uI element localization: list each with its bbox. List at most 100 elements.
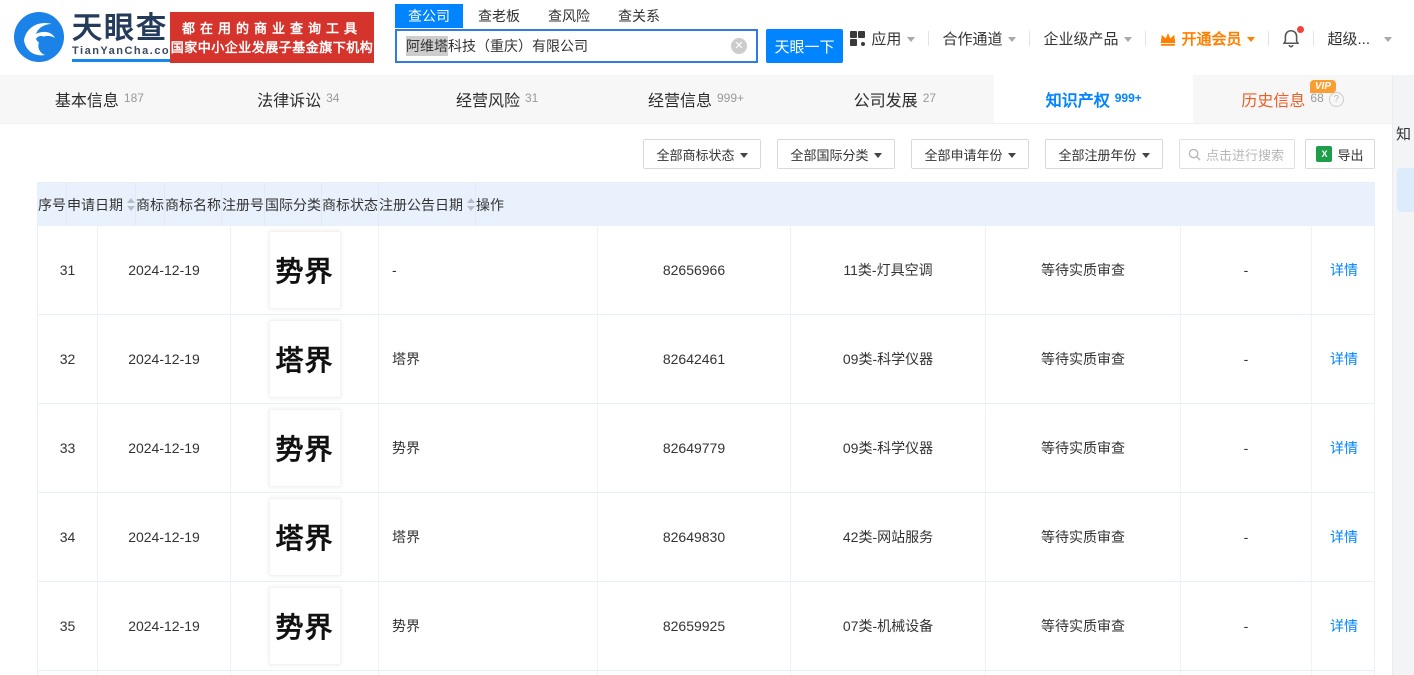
crown-icon: [1161, 33, 1176, 46]
section-tab[interactable]: 法律诉讼 34 ?: [199, 75, 398, 123]
column-header-label: 序号: [38, 196, 66, 213]
cell-publication-date: -: [1181, 404, 1312, 492]
search-tabs: 查公司 查老板 查风险 查关系: [395, 4, 843, 28]
cell-intl-class: 09类-科学仪器: [791, 315, 986, 403]
cell-status: 等待实质审查: [986, 226, 1181, 314]
trademark-image[interactable]: 塔界: [268, 498, 341, 576]
cell-trademark-image: 势界: [231, 404, 379, 492]
trademark-image[interactable]: 势界: [268, 231, 341, 309]
clear-search-icon[interactable]: ✕: [731, 38, 747, 54]
column-header-label: 商标名称: [165, 196, 221, 213]
detail-link[interactable]: 详情: [1330, 527, 1358, 547]
anchor-item-partial-label[interactable]: 知: [1396, 123, 1411, 144]
table-column-header[interactable]: 商标名称: [165, 183, 222, 226]
table-column-header[interactable]: 商标: [136, 183, 165, 226]
table-row-partial: [38, 671, 1374, 675]
nav-membership-label: 开通会员: [1181, 31, 1242, 48]
detail-link[interactable]: 详情: [1330, 438, 1358, 458]
table-row: 31 2024-12-19 势界 - 82656966 11类-灯具空调 等待实…: [38, 226, 1374, 315]
detail-link[interactable]: 详情: [1330, 616, 1358, 636]
section-tab-label: 经营信息: [647, 93, 712, 110]
cell-publication-date: -: [1181, 315, 1312, 403]
table-column-header[interactable]: 国际分类: [265, 183, 322, 226]
section-tab[interactable]: 基本信息 187 ?: [0, 75, 199, 123]
filter-dropdown-label: 全部国际分类: [790, 147, 869, 163]
filter-dropdown[interactable]: 全部国际分类: [777, 139, 895, 169]
table-row: 32 2024-12-19 塔界 塔界 82642461 09类-科学仪器 等待…: [38, 315, 1374, 404]
section-tab-label: 历史信息: [1241, 93, 1306, 110]
chevron-down-icon: [873, 152, 882, 158]
search-tab-risk[interactable]: 查风险: [548, 4, 590, 28]
export-button[interactable]: X 导出: [1305, 139, 1375, 169]
table-column-header[interactable]: 商标状态: [322, 183, 379, 226]
search-input[interactable]: 阿维塔 科技（重庆）有限公司 ✕: [395, 29, 758, 63]
section-tab[interactable]: VIP 历史信息 68 ?: [1193, 75, 1392, 123]
section-tab[interactable]: 经营风险 31 ?: [398, 75, 597, 123]
cell-action: 详情: [1312, 582, 1376, 670]
cell-trademark-image: 势界: [231, 226, 379, 314]
search-tab-boss[interactable]: 查老板: [478, 4, 520, 28]
search-submit-button[interactable]: 天眼一下: [766, 29, 843, 63]
section-tab-count: 999+: [1114, 91, 1142, 105]
nav-divider: [1145, 31, 1147, 46]
nav-open-membership[interactable]: 开通会员: [1159, 28, 1256, 49]
cell-status: 等待实质审查: [986, 493, 1181, 581]
column-header-label: 申请日期: [67, 196, 123, 213]
table-column-header[interactable]: 注册公告日期: [379, 183, 476, 226]
filter-dropdown[interactable]: 全部商标状态: [643, 139, 761, 169]
detail-link[interactable]: 详情: [1330, 260, 1358, 280]
section-tab[interactable]: 经营信息 999+ ?: [597, 75, 796, 123]
cell-intl-class: 09类-科学仪器: [791, 404, 986, 492]
nav-apps[interactable]: 应用: [850, 28, 916, 49]
column-header-label: 注册公告日期: [379, 196, 463, 213]
cell-action: 详情: [1312, 493, 1376, 581]
logo-title: 天眼查: [72, 11, 168, 45]
filter-dropdown-group: 全部商标状态 全部国际分类 全部申请年份 全部注册年份: [627, 139, 1163, 169]
section-tab[interactable]: 公司发展 27 ?: [795, 75, 994, 123]
cell-intl-class: 11类-灯具空调: [791, 226, 986, 314]
promo-banner: 都在用的商业查询工具 国家中小企业发展子基金旗下机构: [170, 12, 374, 63]
cell-registration-number: 82642461: [598, 315, 791, 403]
nav-partner-channel[interactable]: 合作通道: [942, 28, 1017, 49]
table-header-row: 序号 申请日期 商标 商标名称 注册号 国际分类 商标状态 注册公告日期 操作: [38, 183, 1374, 226]
anchor-item-active-indicator[interactable]: [1397, 168, 1414, 212]
trademark-image[interactable]: 塔界: [268, 320, 341, 398]
nav-divider: [1029, 31, 1031, 46]
cell-registration-number: 82649779: [598, 404, 791, 492]
table-search-input[interactable]: 点击进行搜索: [1179, 139, 1295, 169]
chevron-down-icon: [907, 37, 916, 42]
table-column-header[interactable]: 注册号: [222, 183, 265, 226]
nav-divider: [1313, 31, 1315, 46]
trademark-image[interactable]: 势界: [268, 587, 341, 665]
cell-trademark-name: -: [379, 226, 598, 314]
nav-super-vip[interactable]: 超级...: [1327, 28, 1392, 49]
section-tab-count: 999+: [717, 91, 745, 105]
cell-publication-date: -: [1181, 226, 1312, 314]
table-column-header[interactable]: 序号: [38, 183, 67, 226]
filter-dropdown[interactable]: 全部申请年份: [911, 139, 1029, 169]
search-tab-company[interactable]: 查公司: [395, 4, 463, 28]
notifications-button[interactable]: [1282, 26, 1305, 48]
cell-apply-date: 2024-12-19: [98, 315, 231, 403]
search-tab-relation[interactable]: 查关系: [618, 4, 660, 28]
table-column-header[interactable]: 申请日期: [67, 183, 136, 226]
cell-trademark-name: 塔界: [379, 315, 598, 403]
cell-trademark-name: 势界: [379, 582, 598, 670]
filter-dropdown[interactable]: 全部注册年份: [1045, 139, 1163, 169]
nav-enterprise-products[interactable]: 企业级产品: [1043, 28, 1133, 49]
section-tab-label: 基本信息: [54, 93, 119, 110]
trademark-image[interactable]: 势界: [268, 409, 341, 487]
help-icon[interactable]: ?: [1328, 91, 1344, 107]
detail-link[interactable]: 详情: [1330, 349, 1358, 369]
cell-trademark-name: 势界: [379, 404, 598, 492]
sort-arrows-icon[interactable]: [467, 198, 475, 211]
sort-arrows-icon[interactable]: [127, 198, 135, 211]
nav-enterprise-label: 企业级产品: [1043, 31, 1119, 48]
tianyancha-logo[interactable]: 天眼查 TianYanCha.com: [14, 11, 182, 62]
cell-index: 31: [38, 226, 98, 314]
cell-status: 等待实质审查: [986, 404, 1181, 492]
section-tab[interactable]: 知识产权 999+ ?: [994, 75, 1194, 123]
chevron-down-icon: [1124, 37, 1133, 42]
table-column-header[interactable]: 操作: [476, 183, 504, 226]
cell-registration-number: 82649830: [598, 493, 791, 581]
